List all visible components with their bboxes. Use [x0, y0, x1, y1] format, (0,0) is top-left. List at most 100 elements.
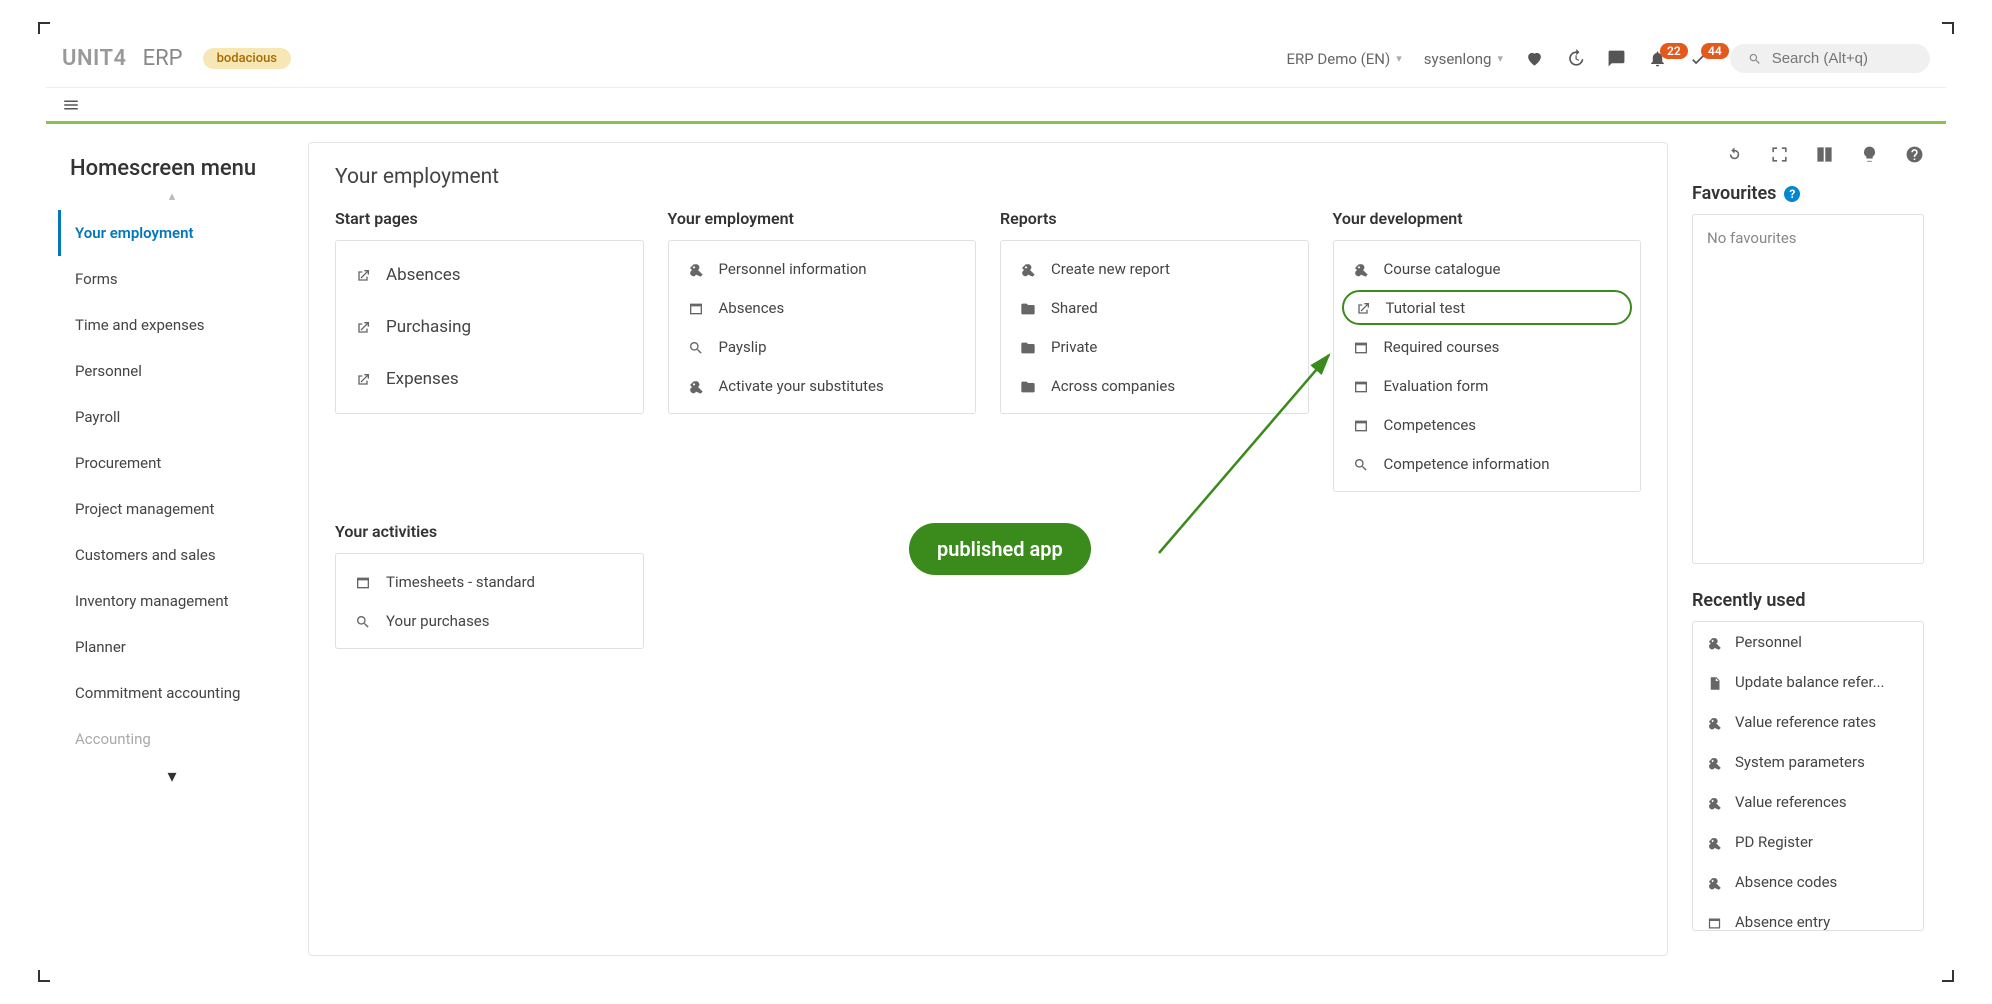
environment-badge: bodacious	[203, 48, 291, 69]
menu-item[interactable]: Your purchases	[336, 601, 643, 640]
recent-item[interactable]: Value references	[1693, 782, 1923, 822]
menu-item[interactable]: Absences	[336, 249, 643, 301]
help-button[interactable]	[1905, 142, 1924, 165]
recent-item[interactable]: Update balance refer...	[1693, 662, 1923, 702]
chat-icon	[1607, 49, 1626, 68]
tools-icon	[687, 376, 705, 395]
sidebar-item[interactable]: Procurement	[58, 440, 286, 486]
your-employment-box: Personnel informationAbsences Payslip Acti…	[668, 240, 977, 414]
menu-item[interactable]: Shared	[1001, 288, 1308, 327]
menu-item[interactable]: Expenses	[336, 353, 643, 405]
menu-item[interactable]: Absences	[669, 288, 976, 327]
menu-item[interactable]: Payslip	[669, 327, 976, 366]
sidebar-item[interactable]: Planner	[58, 624, 286, 670]
menu-item[interactable]: Purchasing	[336, 301, 643, 353]
tools-icon	[1707, 833, 1723, 851]
menu-item[interactable]: Create new report	[1001, 249, 1308, 288]
tasks-button[interactable]: 44	[1689, 49, 1708, 68]
erp-text: ERP	[143, 46, 183, 71]
nav-expand-button[interactable]: ▾	[58, 766, 286, 787]
folder-icon	[1019, 337, 1037, 356]
recent-item[interactable]: Value reference rates	[1693, 702, 1923, 742]
tools-icon	[1707, 793, 1723, 811]
user-dropdown-label: sysenlong	[1424, 50, 1492, 68]
info-icon[interactable]: ?	[1784, 186, 1800, 202]
sidebar: Homescreen menu ▴ Your employmentFormsTi…	[46, 124, 286, 974]
favourites-heading: Favourites ?	[1692, 183, 1924, 204]
recent-item-label: PD Register	[1735, 833, 1813, 851]
col-reports: Reports Create new reportSharedPrivateAc…	[1000, 209, 1309, 492]
sidebar-item[interactable]: Payroll	[58, 394, 286, 440]
launch-icon	[354, 266, 372, 285]
recent-item[interactable]: Absence codes	[1693, 862, 1923, 902]
menu-item-label: Timesheets - standard	[386, 573, 535, 591]
group-row-1: Start pages AbsencesPurchasingExpenses Y…	[335, 209, 1641, 492]
sidebar-item[interactable]: Personnel	[58, 348, 286, 394]
menu-item[interactable]: Tutorial test	[1342, 290, 1633, 325]
section-heading: Your employment	[335, 165, 1641, 189]
recent-item[interactable]: Absence entry	[1693, 902, 1923, 931]
recent-item-label: Absence codes	[1735, 873, 1837, 891]
favourites-title: Favourites	[1692, 183, 1776, 204]
menu-item[interactable]: Required courses	[1334, 327, 1641, 366]
sidebar-item[interactable]: Forms	[58, 256, 286, 302]
menu-item[interactable]: Competences	[1334, 405, 1641, 444]
nav-collapse-button[interactable]: ▴	[58, 189, 286, 204]
chevron-down-icon: ▾	[1497, 52, 1503, 65]
favourites-panel: No favourites	[1692, 214, 1924, 564]
search-input[interactable]	[1772, 50, 1912, 67]
company-dropdown[interactable]: ERP Demo (EN) ▾	[1286, 50, 1401, 68]
page-toolbar	[1692, 142, 1924, 165]
notifications-button[interactable]: 22	[1648, 49, 1667, 68]
recent-item-label: Personnel	[1735, 633, 1802, 651]
menu-toggle-button[interactable]	[54, 91, 88, 119]
recent-item[interactable]: PD Register	[1693, 822, 1923, 862]
menu-item-label: Absences	[386, 265, 461, 285]
sidebar-item[interactable]: Inventory management	[58, 578, 286, 624]
menu-item[interactable]: Activate your substitutes	[669, 366, 976, 405]
content: Your employment Start pages AbsencesPurc…	[286, 124, 1946, 974]
sidebar-item[interactable]: Accounting	[58, 716, 286, 762]
menu-item[interactable]: Evaluation form	[1334, 366, 1641, 405]
search-icon	[687, 337, 705, 356]
launch-icon	[354, 318, 372, 337]
menu-item-label: Competence information	[1384, 455, 1550, 473]
annotation-bubble: published app	[909, 523, 1091, 575]
menu-item[interactable]: Personnel information	[669, 249, 976, 288]
menu-item[interactable]: Timesheets - standard	[336, 562, 643, 601]
search-icon	[1748, 51, 1762, 67]
menu-item[interactable]: Course catalogue	[1334, 249, 1641, 288]
search-box[interactable]	[1730, 44, 1930, 73]
top-right-controls: ERP Demo (EN) ▾ sysenlong ▾ 22	[1286, 44, 1930, 73]
chat-button[interactable]	[1607, 49, 1626, 68]
sidebar-item[interactable]: Customers and sales	[58, 532, 286, 578]
recent-item[interactable]: System parameters	[1693, 742, 1923, 782]
recent-item[interactable]: Personnel	[1693, 622, 1923, 662]
refresh-button[interactable]	[1725, 142, 1744, 165]
favourites-empty-text: No favourites	[1707, 229, 1797, 247]
menu-item[interactable]: Across companies	[1001, 366, 1308, 405]
menu-item[interactable]: Competence information	[1334, 444, 1641, 483]
menu-item-label: Competences	[1384, 416, 1477, 434]
sidebar-item[interactable]: Your employment	[58, 210, 286, 256]
sidebar-item[interactable]: Time and expenses	[58, 302, 286, 348]
user-dropdown[interactable]: sysenlong ▾	[1424, 50, 1503, 68]
your-development-box: Course catalogueTutorial testRequired co…	[1333, 240, 1642, 492]
window-icon	[1352, 337, 1370, 356]
columns-button[interactable]	[1815, 142, 1834, 165]
window-icon	[1352, 415, 1370, 434]
refresh-icon	[1725, 145, 1744, 164]
sidebar-item[interactable]: Project management	[58, 486, 286, 532]
start-pages-box: Absences PurchasingExpenses	[335, 240, 644, 414]
sidebar-item[interactable]: Commitment accounting	[58, 670, 286, 716]
menu-item-label: Payslip	[719, 338, 767, 356]
right-column: Favourites ? No favourites Recently used…	[1692, 142, 1924, 956]
col-start-pages: Start pages AbsencesPurchasingExpenses	[335, 209, 644, 492]
menu-item[interactable]: Private	[1001, 327, 1308, 366]
recent-item-label: Update balance refer...	[1735, 673, 1885, 691]
fullscreen-button[interactable]	[1770, 142, 1789, 165]
logo-text: UNIT4	[62, 46, 127, 71]
history-button[interactable]	[1566, 49, 1585, 68]
hint-button[interactable]	[1860, 142, 1879, 165]
favourites-button[interactable]	[1525, 49, 1544, 68]
